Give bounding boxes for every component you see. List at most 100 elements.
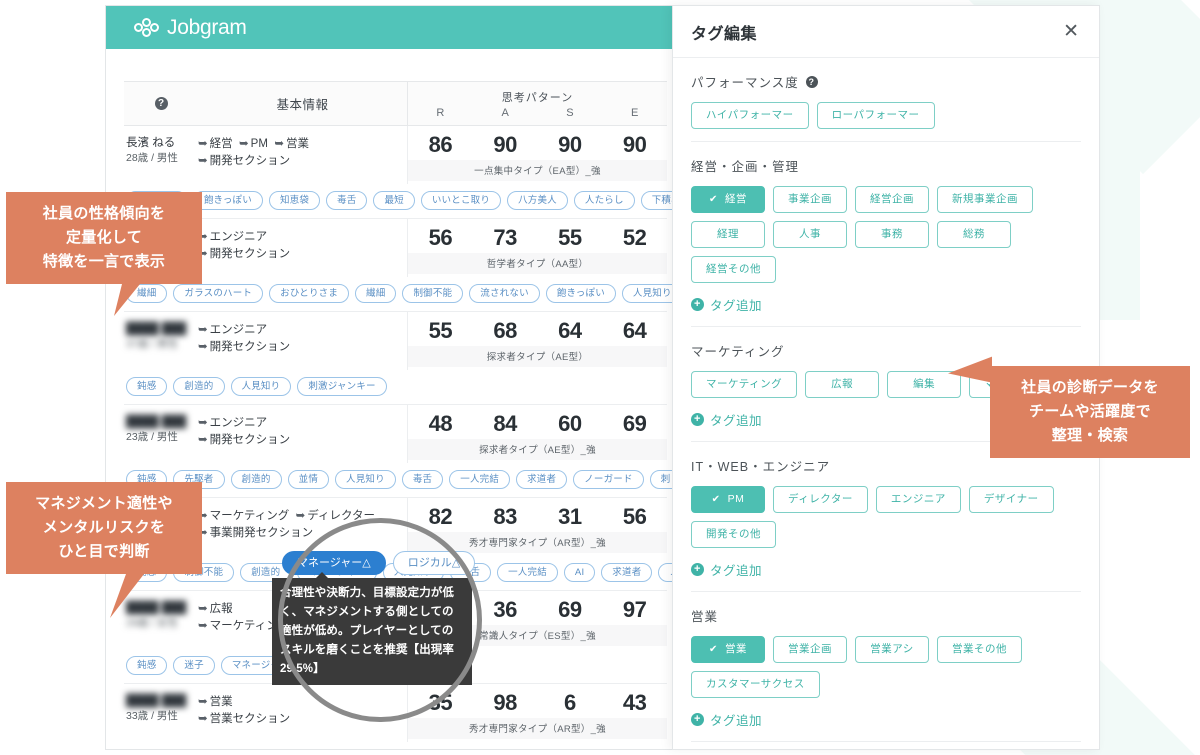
tag-button-label: 経営企画 xyxy=(870,193,914,205)
score-values: 56 73 55 52 xyxy=(408,219,667,253)
trait-pill[interactable]: 求道者 xyxy=(516,470,568,489)
trait-pill[interactable]: 流されない xyxy=(173,749,244,750)
tag-button[interactable]: 事務 xyxy=(855,221,929,248)
tag-button[interactable]: ✔ 営業 xyxy=(691,636,765,663)
close-icon[interactable]: ✕ xyxy=(1063,22,1079,41)
panel-title: タグ編集 xyxy=(691,25,758,43)
tag-button[interactable]: 新規事業企画 xyxy=(937,186,1033,213)
trait-pill[interactable]: 人たらし xyxy=(573,191,635,210)
table-row-main: ████ ███23歳 / 男性➥マーケティング ➥ディレクター➥事業開発セクシ… xyxy=(124,498,667,556)
callout-personality: 社員の性格傾向を 定量化して 特徴を一言で表示 xyxy=(6,192,202,316)
tag-button[interactable]: ✔ PM xyxy=(691,486,765,513)
trait-pill[interactable]: ムード△ xyxy=(554,749,613,750)
score-value: 55 xyxy=(558,225,582,250)
tag-button[interactable]: ハイパフォーマー xyxy=(691,102,809,129)
info-tag-label: 開発セクション xyxy=(209,341,291,353)
callout-2-line-1: マネジメント適性や xyxy=(35,495,173,512)
trait-pill[interactable]: 求道者 xyxy=(344,749,395,750)
trait-pill[interactable]: 並情 xyxy=(287,470,330,489)
tag-button[interactable]: ディレクター xyxy=(773,486,868,513)
trait-pill[interactable]: 飽きっぽい xyxy=(192,191,263,210)
table-row-main: ████ ███ 37歳 / 男性 ➥ エンジニア ➥ 開発セクション 55 68 64 64 探求… xyxy=(124,312,667,370)
trait-pill[interactable]: 飽きっぽい xyxy=(545,284,616,303)
tag-button[interactable]: マーケティング xyxy=(691,371,798,398)
trait-pill[interactable]: 迷子 xyxy=(173,656,215,675)
tag-button-label: 経営その他 xyxy=(706,263,761,275)
table-row[interactable]: 長濱 ねる 28歳 / 男性 ➥ 経営 ➥ PM ➥ 営業 ➥ 開発セクション 86 90 90 90… xyxy=(124,126,685,219)
table-row[interactable]: ████ ███ 33歳 / 男性 ➥ 営業 ➥ 営業セクション 35 98 6 43 秀才専門家タ… xyxy=(124,684,667,750)
info-tag-label: 営業セクション xyxy=(209,713,291,725)
add-tag-button[interactable]: + タグ追加 xyxy=(691,710,1081,729)
score-value: 90 xyxy=(558,132,582,157)
tag-button[interactable]: ローパフォーマー xyxy=(816,102,935,129)
callout-3-line-1: 社員の診断データを xyxy=(1021,379,1159,396)
tag-button[interactable]: 人事 xyxy=(773,221,847,248)
trait-pill[interactable]: 独善的 xyxy=(402,749,453,750)
trait-pill[interactable]: いいとこ取り xyxy=(420,191,502,210)
table-row[interactable]: ████ ███ 37歳 / 男性 ➥ エンジニア ➥ 開発セクション 55 68 64 64 探求… xyxy=(124,312,667,405)
person-name: ████ ███ xyxy=(126,695,187,707)
tag-section-title: 営業 xyxy=(691,606,1081,625)
trait-pill[interactable]: ノーガード xyxy=(573,470,644,489)
trait-pill[interactable]: AI xyxy=(307,749,338,750)
tag-button[interactable]: 経営企画 xyxy=(855,186,929,213)
tag-button[interactable]: 広報 xyxy=(805,371,880,398)
trait-pill[interactable]: 人見知り xyxy=(335,470,396,489)
trait-pill[interactable]: 刺激ジャンキー xyxy=(297,377,387,396)
tag-button[interactable]: 経営その他 xyxy=(691,256,776,283)
trait-pill[interactable]: 一人完結 xyxy=(449,470,511,489)
plus-icon: + xyxy=(691,563,704,576)
trait-pill[interactable]: 求道者 xyxy=(601,563,653,582)
header-help-cell: ? xyxy=(124,82,198,125)
trait-pill[interactable]: 人見知り xyxy=(230,377,292,396)
trait-pill[interactable]: 鈍感 xyxy=(126,377,168,396)
type-label: 一点集中タイプ（EA型）_強 xyxy=(408,160,667,181)
trait-pill[interactable]: 創造的 xyxy=(230,470,282,489)
tag-button[interactable]: 営業企画 xyxy=(773,636,847,663)
add-tag-button[interactable]: + タグ追加 xyxy=(691,295,1081,314)
trait-pill[interactable]: 八方美人 xyxy=(507,191,568,210)
tag-button[interactable]: デザイナー xyxy=(968,486,1054,513)
score-value: 48 xyxy=(428,411,453,436)
tag-button[interactable]: 編集 xyxy=(887,371,962,398)
trait-pill[interactable]: 制御不能 xyxy=(402,284,464,303)
trait-pill[interactable]: 創造的 xyxy=(173,377,225,396)
trait-pill[interactable]: 鈍感 xyxy=(126,749,167,750)
tag-button[interactable]: エンジニア xyxy=(875,486,961,513)
table-row[interactable]: ████ █████歳 / ██➥エンジニア➥開発セクション56735552哲学… xyxy=(124,219,683,312)
trait-pill[interactable]: ガラスのハート xyxy=(173,284,264,303)
row-trait-pills: 鈍感 創造的 人見知り 刺激ジャンキー xyxy=(124,370,667,404)
trait-pill[interactable]: 知恵袋 xyxy=(268,191,321,210)
app-header: Jobgram xyxy=(106,6,685,49)
trait-pill[interactable]: 創造的 xyxy=(250,749,301,750)
trait-pill[interactable]: 毒舌 xyxy=(401,470,444,489)
help-icon[interactable]: ? xyxy=(805,75,818,88)
tag-button[interactable]: 経理 xyxy=(691,221,765,248)
trait-pill[interactable]: 繊細 xyxy=(355,284,397,303)
person-name: 長濱 ねる xyxy=(126,137,176,149)
trait-pill[interactable]: 最短 xyxy=(373,191,415,210)
tag-button[interactable]: ✔ 経営 xyxy=(691,186,765,213)
trait-pill[interactable]: 刺激ジャンキー xyxy=(459,749,548,750)
tag-button[interactable]: 営業その他 xyxy=(937,636,1022,663)
table-row[interactable]: ████ ███ 23歳 / 男性 ➥ エンジニア ➥ 開発セクション 48 84 60 69 探求… xyxy=(124,405,682,498)
help-icon[interactable]: ? xyxy=(154,97,168,110)
trait-pill[interactable]: 流されない xyxy=(469,284,540,303)
tag-button[interactable]: 営業アシ xyxy=(855,636,929,663)
trait-pill[interactable]: 一人完結 xyxy=(497,563,558,582)
tag-button[interactable]: 総務 xyxy=(937,221,1011,248)
tag-button[interactable]: 事業企画 xyxy=(773,186,847,213)
tag-button[interactable]: 開発その他 xyxy=(691,521,776,548)
add-tag-button[interactable]: + タグ追加 xyxy=(691,560,1081,579)
score-col-s: S xyxy=(566,106,574,119)
trait-pill[interactable]: 鈍感 xyxy=(126,656,168,675)
trait-pill[interactable]: AI xyxy=(563,563,596,582)
trait-pill[interactable]: 毒舌 xyxy=(326,191,368,210)
tag-button[interactable]: カスタマーサクセス xyxy=(691,671,820,698)
magnified-pill-manager[interactable]: マネージャー△ xyxy=(282,551,386,575)
score-value: 90 xyxy=(493,132,517,157)
trait-pill[interactable]: おひとりさま xyxy=(269,284,350,303)
magnified-pill-logical[interactable]: ロジカル△ xyxy=(392,551,476,575)
info-tag-line: ➥ マーケティング ➥ ディレクター xyxy=(198,510,375,522)
info-cell: ➥ マーケティング ➥ ディレクター ➥ 事業開発セクション xyxy=(198,498,407,556)
